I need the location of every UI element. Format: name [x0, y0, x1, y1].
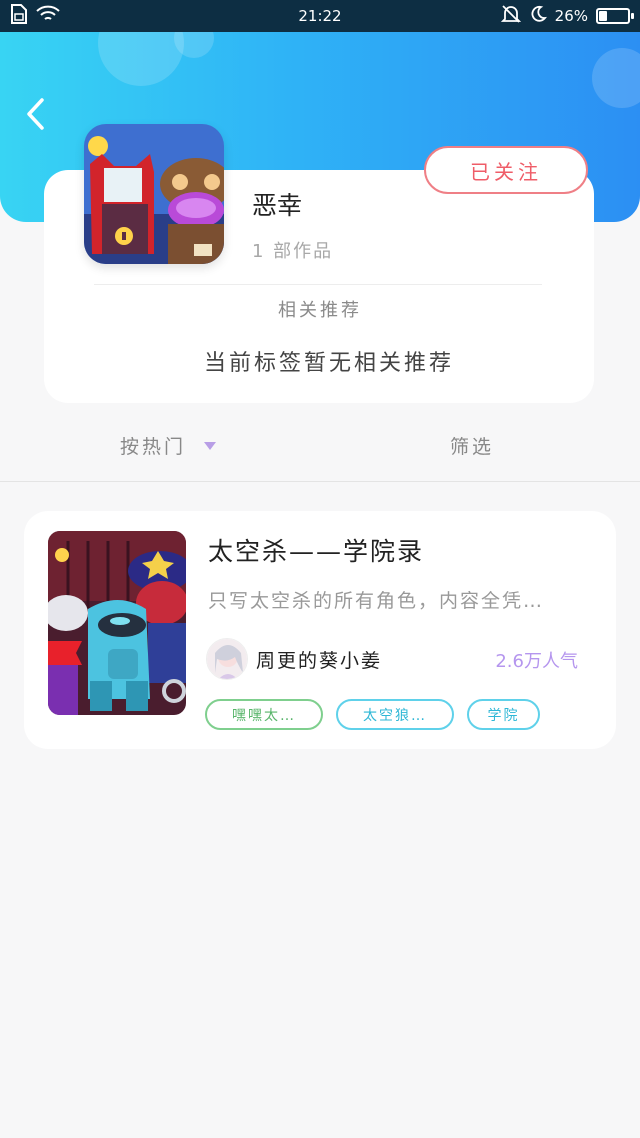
- filter-button[interactable]: 筛选: [450, 432, 494, 459]
- filter-label: 筛选: [450, 436, 495, 458]
- caret-down-icon: [204, 441, 217, 450]
- related-recommend-title: 相关推荐: [278, 300, 362, 321]
- work-popularity: 2.6万人气: [495, 651, 578, 672]
- work-cover-image[interactable]: [48, 531, 186, 715]
- wifi-icon: [36, 5, 60, 27]
- author-works-count: 1 部作品: [252, 241, 334, 262]
- author-name: 恶幸: [252, 191, 303, 220]
- sim-icon: [10, 4, 28, 28]
- work-author-avatar[interactable]: [206, 638, 248, 680]
- battery-fill: [599, 11, 607, 21]
- work-title: 太空杀——学院录: [208, 537, 425, 566]
- moon-icon: [529, 5, 547, 27]
- chevron-left-icon: [27, 98, 44, 130]
- work-description: 只写太空杀的所有角色，内容全凭…: [208, 590, 545, 612]
- follow-button[interactable]: 已关注: [424, 146, 588, 194]
- status-bar-right: 26%: [500, 4, 634, 28]
- work-tag[interactable]: 嘿嘿太…: [205, 699, 323, 730]
- mute-bell-icon: [500, 4, 521, 28]
- work-tag[interactable]: 学院: [467, 699, 540, 730]
- related-empty-message: 当前标签暂无相关推荐: [204, 351, 455, 376]
- decor-bubble: [98, 32, 184, 86]
- work-tag[interactable]: 太空狼…: [336, 699, 454, 730]
- divider: [94, 284, 542, 285]
- back-button[interactable]: [18, 92, 52, 136]
- sort-dropdown[interactable]: 按热门: [120, 432, 217, 459]
- status-bar: 21:22 26%: [0, 0, 640, 32]
- sort-label: 按热门: [120, 436, 187, 458]
- work-author-name[interactable]: 周更的葵小姜: [256, 646, 382, 673]
- status-bar-left: [10, 4, 60, 28]
- battery-percent: 26%: [554, 7, 588, 25]
- battery-icon: [596, 8, 634, 24]
- decor-bubble: [592, 48, 640, 108]
- divider: [0, 481, 640, 482]
- author-avatar[interactable]: [84, 124, 224, 264]
